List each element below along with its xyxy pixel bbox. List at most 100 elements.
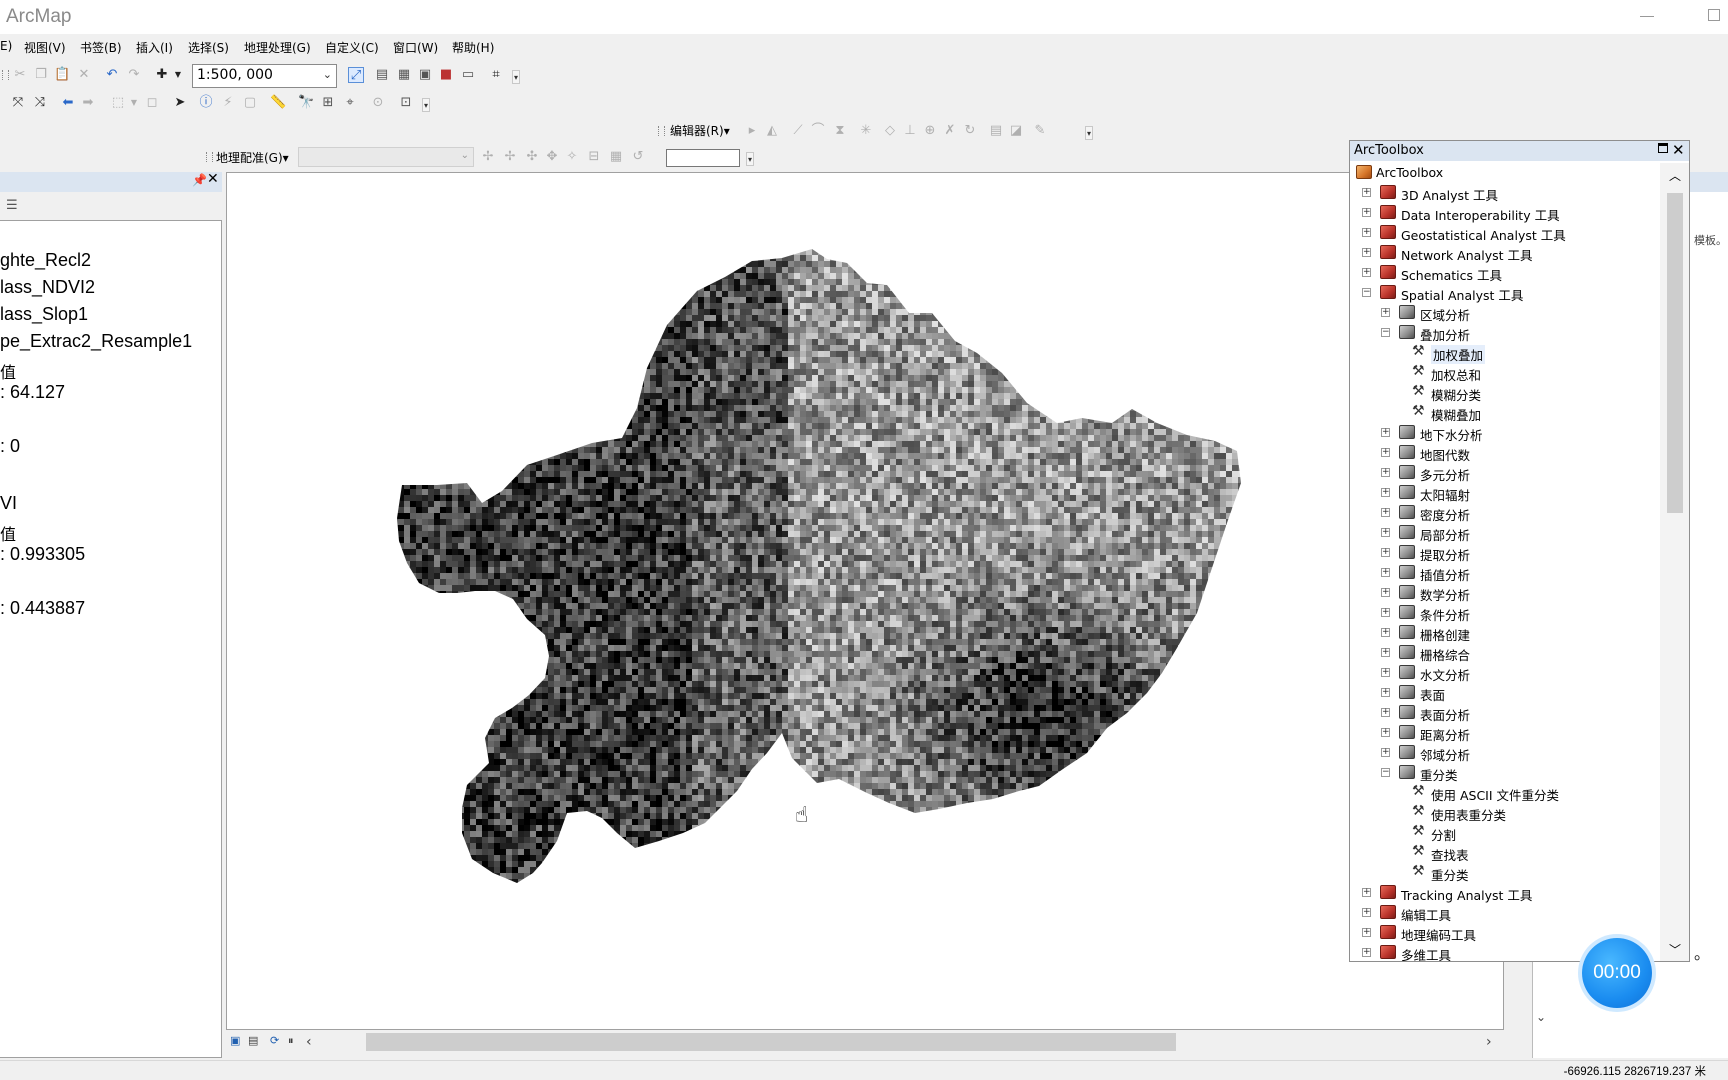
expand-icon[interactable]: + (1362, 248, 1371, 257)
toolbar-overflow-icon[interactable]: ▾ (746, 152, 754, 166)
add-data-icon[interactable]: ✚ (154, 67, 170, 83)
expand-icon[interactable]: + (1381, 528, 1390, 537)
georeferencing-menu[interactable]: 地理配准(G)▾ (216, 149, 289, 166)
straight-segment-icon[interactable]: ⟋ (790, 123, 806, 139)
select-features-icon[interactable]: ⬚ (110, 95, 126, 111)
toc-layer-weighted[interactable]: ghte_Recl2 (0, 250, 91, 271)
tree-item-tool[interactable]: ⚒ 分割 (1350, 823, 1660, 843)
tree-item-toolset[interactable]: + 局部分析 (1350, 523, 1660, 543)
tree-item-toolbox[interactable]: + Data Interoperability 工具 (1350, 203, 1660, 223)
auto-registration-icon[interactable]: ✥ (544, 149, 560, 165)
minimize-icon[interactable] (1640, 16, 1654, 17)
clear-selection-icon[interactable]: ◻ (144, 95, 160, 111)
tree-item-toolbox[interactable]: + Network Analyst 工具 (1350, 243, 1660, 263)
toolbar-grip[interactable] (206, 152, 213, 162)
tree-item-tool[interactable]: ⚒ 重分类 (1350, 863, 1660, 883)
georeferencing-layer-combo[interactable]: ⌄ (298, 147, 474, 167)
tree-item-toolset[interactable]: + 条件分析 (1350, 603, 1660, 623)
tree-item-tool[interactable]: ⚒ 模糊分类 (1350, 383, 1660, 403)
collapse-icon[interactable]: − (1381, 328, 1390, 337)
expand-icon[interactable]: + (1381, 688, 1390, 697)
pause-drawing-icon[interactable]: ⏸ (288, 1034, 294, 1048)
tree-item-toolset[interactable]: + 多元分析 (1350, 463, 1660, 483)
tree-item-toolset[interactable]: + 距离分析 (1350, 723, 1660, 743)
expand-icon[interactable]: + (1381, 448, 1390, 457)
menu-edit[interactable]: E) (0, 39, 12, 53)
expand-icon[interactable]: + (1362, 948, 1371, 957)
expand-icon[interactable]: + (1362, 908, 1371, 917)
tree-item-toolset[interactable]: + 表面 (1350, 683, 1660, 703)
time-slider-icon[interactable]: ⊙ (370, 95, 386, 111)
tree-item-toolbox[interactable]: + 编辑工具 (1350, 903, 1660, 923)
tree-item-toolset[interactable]: + 密度分析 (1350, 503, 1660, 523)
tree-item-toolset[interactable]: + 水文分析 (1350, 663, 1660, 683)
expand-icon[interactable]: + (1381, 488, 1390, 497)
collapse-icon[interactable]: − (1381, 768, 1390, 777)
menu-windows[interactable]: 窗口(W) (393, 39, 438, 56)
map-scale-combo[interactable]: 1:500, 000 ⌄ (192, 64, 337, 88)
expand-icon[interactable]: + (1381, 548, 1390, 557)
arctoolbox-title-bar[interactable]: ArcToolbox ✕ (1350, 141, 1689, 161)
edit-vertices-icon[interactable]: ◇ (882, 123, 898, 139)
menu-customize[interactable]: 自定义(C) (325, 39, 379, 56)
expand-icon[interactable]: + (1381, 628, 1390, 637)
python-window-icon[interactable]: ▭ (460, 67, 476, 83)
expand-icon[interactable]: + (1381, 748, 1390, 757)
search-window-icon[interactable]: ▣ (417, 67, 433, 83)
toolbar-overflow-icon[interactable]: ▾ (512, 70, 520, 84)
toc-layer-slope[interactable]: lass_Slop1 (0, 304, 88, 325)
rotate-icon[interactable]: ↻ (962, 123, 978, 139)
float-window-icon[interactable] (1658, 143, 1668, 153)
refresh-icon[interactable]: ⟳ (270, 1034, 279, 1047)
expand-icon[interactable]: + (1362, 928, 1371, 937)
tree-item-toolset[interactable]: + 栅格综合 (1350, 643, 1660, 663)
tree-item-tool[interactable]: ⚒ 加权叠加 (1350, 343, 1660, 364)
expand-icon[interactable]: + (1381, 308, 1390, 317)
edit-annotation-icon[interactable]: ◭ (764, 123, 780, 139)
toolbar-overflow-icon[interactable]: ▾ (422, 98, 430, 112)
toolbar-overflow-icon[interactable]: ▾ (1085, 126, 1093, 140)
rotate-georef-icon[interactable]: ✢ (480, 149, 496, 165)
end-point-arc-icon[interactable]: ⌒ (810, 123, 826, 139)
menu-selection[interactable]: 选择(S) (188, 39, 229, 56)
add-data-dropdown-icon[interactable]: ▼ (170, 67, 186, 83)
tree-item-toolset[interactable]: + 太阳辐射 (1350, 483, 1660, 503)
tree-item-tool[interactable]: ⚒ 查找表 (1350, 843, 1660, 863)
restore-icon[interactable] (1708, 9, 1720, 21)
expand-icon[interactable]: + (1381, 728, 1390, 737)
expand-icon[interactable]: + (1381, 588, 1390, 597)
add-control-points-icon[interactable]: ✣ (524, 149, 540, 165)
tree-item-toolset[interactable]: + 插值分析 (1350, 563, 1660, 583)
expand-icon[interactable]: + (1381, 568, 1390, 577)
sketch-properties-icon[interactable]: ◪ (1008, 123, 1024, 139)
menu-view[interactable]: 视图(V) (24, 39, 66, 56)
split-icon[interactable]: ✗ (942, 123, 958, 139)
forward-extent-icon[interactable]: ➡ (80, 95, 96, 111)
chevron-down-icon[interactable]: ⌄ (1536, 1010, 1546, 1024)
tree-item-toolbox[interactable]: + Geostatistical Analyst 工具 (1350, 223, 1660, 243)
close-icon[interactable]: ✕ (1672, 141, 1685, 159)
tree-item-toolbox[interactable]: +3D Analyst 工具 (1350, 183, 1660, 203)
tree-item-toolset[interactable]: + 地下水分析 (1350, 423, 1660, 443)
modelbuilder-icon[interactable]: ⌗ (488, 67, 504, 83)
menu-help[interactable]: 帮助(H) (452, 39, 494, 56)
map-view[interactable]: ☝ (226, 172, 1504, 1030)
list-by-source-icon[interactable]: ☰ (6, 198, 18, 213)
tree-item-tool[interactable]: ⚒ 模糊叠加 (1350, 403, 1660, 423)
zoom-to-link-icon[interactable]: ⊟ (586, 149, 602, 165)
view-link-table-icon[interactable]: ▦ (608, 149, 624, 165)
expand-icon[interactable]: + (1362, 188, 1371, 197)
undo-icon[interactable]: ↶ (104, 67, 120, 83)
expand-icon[interactable]: + (1381, 508, 1390, 517)
chevron-down-icon[interactable]: ⌄ (323, 68, 332, 81)
tree-item-toolbox[interactable]: − Spatial Analyst 工具 (1350, 283, 1660, 303)
layout-view-icon[interactable]: ▤ (248, 1034, 258, 1047)
editor-toolbar-icon[interactable]: ⤢ (348, 67, 364, 83)
back-extent-icon[interactable]: ⬅ (60, 95, 76, 111)
attributes-icon[interactable]: ▤ (988, 123, 1004, 139)
select-dropdown-icon[interactable]: ▼ (126, 95, 142, 111)
tree-item-toolset[interactable]: + 地图代数 (1350, 443, 1660, 463)
expand-icon[interactable]: + (1362, 888, 1371, 897)
tree-item-toolset[interactable]: + 表面分析 (1350, 703, 1660, 723)
expand-icon[interactable]: + (1381, 608, 1390, 617)
